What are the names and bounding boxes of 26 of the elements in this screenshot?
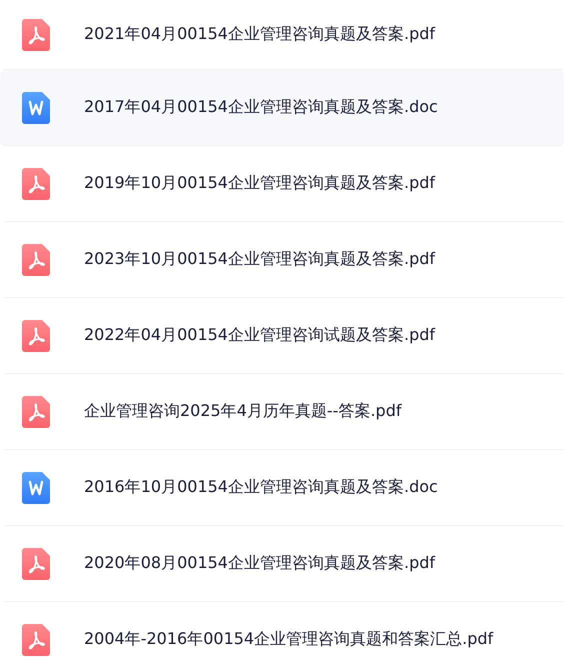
file-row[interactable]: 2016年10月00154企业管理咨询真题及答案.doc [4,450,564,526]
pdf-file-icon [22,244,50,276]
file-name: 2021年04月00154企业管理咨询真题及答案.pdf [84,24,436,45]
pdf-file-icon [22,396,50,428]
word-file-icon [22,472,50,504]
word-file-icon [22,92,50,124]
pdf-file-icon [22,320,50,352]
file-name: 2004年-2016年00154企业管理咨询真题和答案汇总.pdf [84,629,494,650]
pdf-file-icon [22,18,50,50]
file-name: 企业管理咨询2025年4月历年真题--答案.pdf [84,401,402,422]
file-name: 2020年08月00154企业管理咨询真题及答案.pdf [84,553,436,574]
file-row[interactable]: 2004年-2016年00154企业管理咨询真题和答案汇总.pdf [4,602,564,671]
pdf-file-icon [22,548,50,580]
file-name: 2017年04月00154企业管理咨询真题及答案.doc [84,97,438,118]
file-row[interactable]: 2017年04月00154企业管理咨询真题及答案.doc [0,70,564,146]
pdf-file-icon [22,624,50,656]
file-row[interactable]: 2020年08月00154企业管理咨询真题及答案.pdf [4,526,564,602]
file-row[interactable]: 企业管理咨询2025年4月历年真题--答案.pdf [4,374,564,450]
file-name: 2016年10月00154企业管理咨询真题及答案.doc [84,477,438,498]
file-row[interactable]: 2019年10月00154企业管理咨询真题及答案.pdf [4,146,564,222]
file-row[interactable]: 2022年04月00154企业管理咨询试题及答案.pdf [4,298,564,374]
file-name: 2023年10月00154企业管理咨询真题及答案.pdf [84,249,436,270]
file-name: 2019年10月00154企业管理咨询真题及答案.pdf [84,173,436,194]
file-name: 2022年04月00154企业管理咨询试题及答案.pdf [84,325,436,346]
pdf-file-icon [22,168,50,200]
file-row[interactable]: 2023年10月00154企业管理咨询真题及答案.pdf [4,222,564,298]
